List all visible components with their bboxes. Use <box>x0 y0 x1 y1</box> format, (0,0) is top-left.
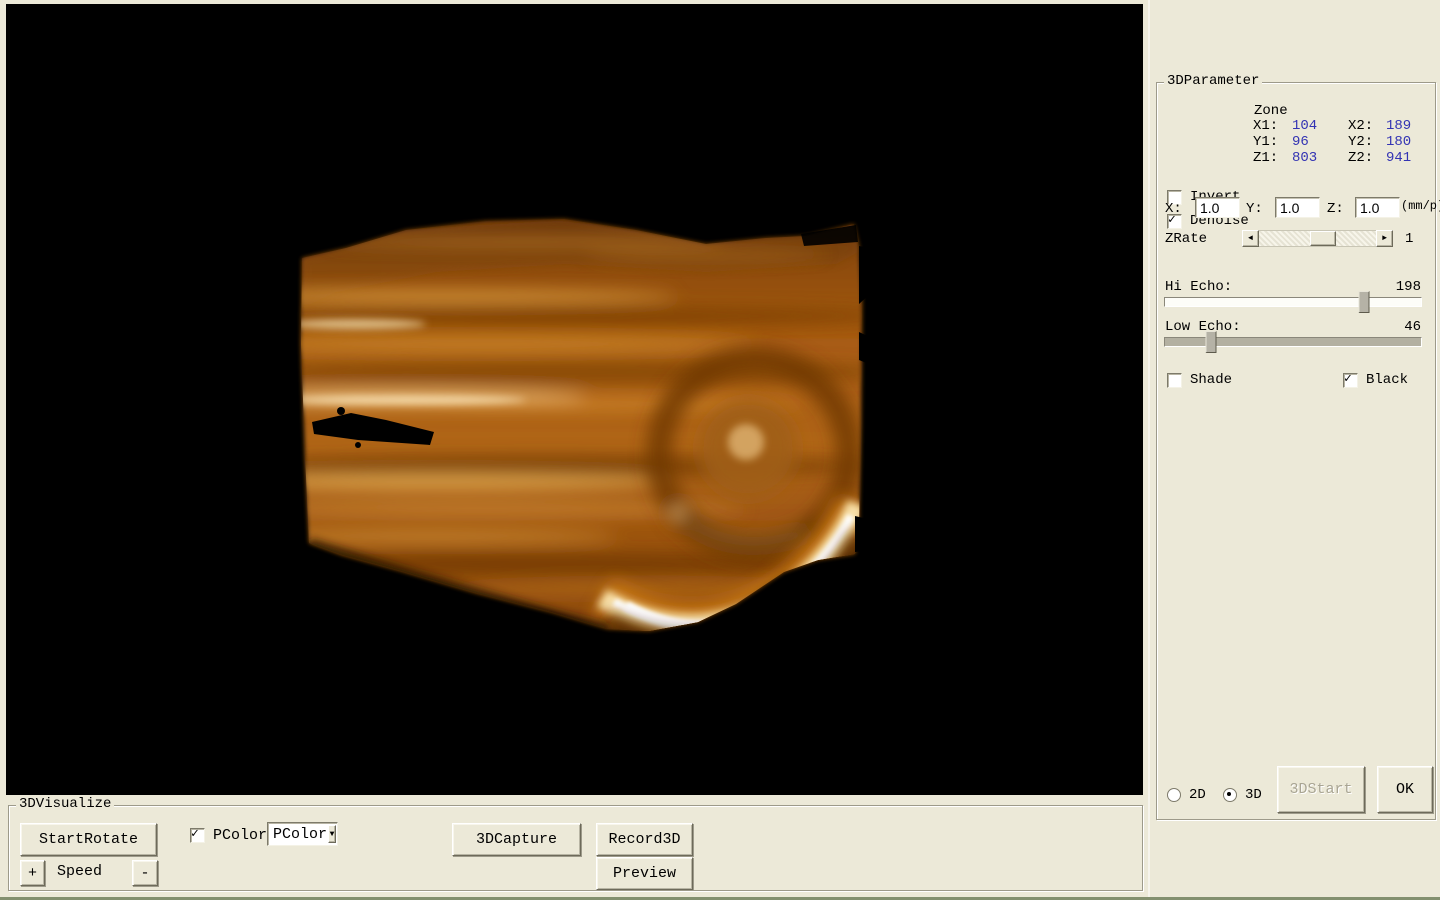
mode-2d-radio-circle[interactable] <box>1167 788 1181 802</box>
zrate-value: 1 <box>1405 231 1413 247</box>
parameter-group-title: 3DParameter <box>1164 74 1262 89</box>
mode-3d-radio[interactable]: 3D <box>1223 787 1262 803</box>
low-echo-slider[interactable] <box>1164 337 1422 347</box>
checkmark-icon: ✓ <box>191 827 199 840</box>
zone-title: Zone <box>1254 103 1288 119</box>
render-viewport[interactable] <box>6 4 1143 795</box>
shade-checkbox[interactable]: ✓ Shade <box>1167 372 1232 388</box>
capture-3d-button[interactable]: 3DCapture <box>452 823 581 856</box>
x-scale-label: X: <box>1165 201 1182 217</box>
zone-z1-label: Z1: <box>1253 150 1292 166</box>
zone-y2-label: Y2: <box>1348 134 1386 150</box>
dropdown-arrow-icon[interactable]: ▼ <box>328 825 336 843</box>
mode-3d-label: 3D <box>1245 787 1262 803</box>
zone-y1-value: 96 <box>1292 134 1348 150</box>
hi-echo-slider-thumb[interactable] <box>1358 291 1369 313</box>
low-echo-slider-thumb[interactable] <box>1206 331 1217 353</box>
scale-unit-label: (mm/p) <box>1401 199 1440 213</box>
zone-z2-label: Z2: <box>1348 150 1386 166</box>
visualize-panel: 3DVisualize StartRotate + Speed - ✓ PCol… <box>0 797 1143 897</box>
zrate-scrollbar[interactable]: ◄ ► <box>1242 230 1393 247</box>
shade-label: Shade <box>1190 372 1232 388</box>
zone-x1-value: 104 <box>1292 118 1348 134</box>
pcolor-label: PColor <box>213 827 267 844</box>
volume-render-3d <box>6 4 1143 795</box>
mode-2d-label: 2D <box>1189 787 1206 803</box>
start-rotate-button[interactable]: StartRotate <box>20 823 157 856</box>
zone-x1-label: X1: <box>1253 118 1292 134</box>
shade-checkbox-box[interactable]: ✓ <box>1167 373 1182 388</box>
black-label: Black <box>1366 372 1408 388</box>
zrate-scrollbar-track[interactable] <box>1259 230 1376 247</box>
pcolor-dropdown[interactable]: PColor ▼ <box>267 822 338 846</box>
parameter-panel: 3DParameter ✓ Invert ✓ Denoise Zone X1: … <box>1148 0 1440 897</box>
speed-label: Speed <box>57 863 102 880</box>
zone-y1-label: Y1: <box>1253 134 1292 150</box>
mode-2d-radio[interactable]: 2D <box>1167 787 1206 803</box>
z-scale-label: Z: <box>1327 201 1344 217</box>
zone-values: X1: 104 X2: 189 Y1: 96 Y2: 180 Z1: 803 Z… <box>1253 118 1436 166</box>
zrate-scroll-left-arrow[interactable]: ◄ <box>1242 230 1259 247</box>
z-scale-input[interactable] <box>1355 197 1400 218</box>
pcolor-dropdown-value: PColor <box>268 826 327 843</box>
start3d-button[interactable]: 3DStart <box>1277 766 1365 813</box>
hi-echo-label: Hi Echo: <box>1165 279 1232 295</box>
x-scale-input[interactable] <box>1195 197 1240 218</box>
pcolor-checkbox-box[interactable]: ✓ <box>190 828 205 843</box>
zone-x2-value: 189 <box>1386 118 1436 134</box>
ok-button[interactable]: OK <box>1377 766 1433 813</box>
visualize-group-title: 3DVisualize <box>16 797 114 812</box>
mode-3d-radio-circle[interactable] <box>1223 788 1237 802</box>
y-scale-input[interactable] <box>1275 197 1320 218</box>
zrate-scroll-right-arrow[interactable]: ► <box>1376 230 1393 247</box>
y-scale-label: Y: <box>1246 201 1263 217</box>
pcolor-checkbox[interactable]: ✓ PColor <box>190 827 267 844</box>
zone-z1-value: 803 <box>1292 150 1348 166</box>
low-echo-label: Low Echo: <box>1165 319 1241 335</box>
zrate-label: ZRate <box>1165 231 1207 247</box>
zone-z2-value: 941 <box>1386 150 1436 166</box>
hi-echo-value: 198 <box>1396 279 1421 295</box>
zone-y2-value: 180 <box>1386 134 1436 150</box>
record-3d-button[interactable]: Record3D <box>596 823 693 856</box>
speed-minus-button[interactable]: - <box>132 860 158 886</box>
zrate-scrollbar-thumb[interactable] <box>1310 231 1336 246</box>
black-checkbox-box[interactable]: ✓ <box>1343 373 1358 388</box>
black-checkbox[interactable]: ✓ Black <box>1343 372 1408 388</box>
zone-x2-label: X2: <box>1348 118 1386 134</box>
hi-echo-slider[interactable] <box>1164 297 1422 307</box>
low-echo-value: 46 <box>1404 319 1421 335</box>
parameter-groupbox: 3DParameter ✓ Invert ✓ Denoise Zone X1: … <box>1156 82 1436 820</box>
app-window: 3DParameter ✓ Invert ✓ Denoise Zone X1: … <box>0 0 1440 900</box>
preview-button[interactable]: Preview <box>596 857 693 890</box>
speed-plus-button[interactable]: + <box>20 860 45 886</box>
checkmark-icon: ✓ <box>1344 372 1352 385</box>
